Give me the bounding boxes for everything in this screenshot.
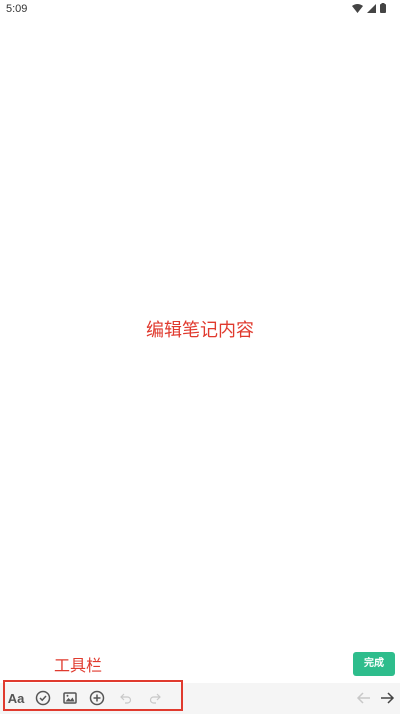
arrow-right-icon[interactable] bbox=[377, 688, 397, 708]
image-icon[interactable] bbox=[60, 688, 80, 708]
battery-icon bbox=[380, 3, 386, 13]
toolbar-annotation: 工具栏 bbox=[54, 656, 103, 675]
signal-icon bbox=[367, 3, 376, 13]
wifi-icon bbox=[352, 3, 363, 13]
status-time: 5:09 bbox=[6, 3, 28, 15]
done-button[interactable]: 完成 bbox=[353, 652, 395, 676]
check-circle-icon[interactable] bbox=[33, 688, 53, 708]
redo-icon[interactable] bbox=[145, 688, 165, 708]
text-format-icon[interactable]: Aa bbox=[6, 688, 26, 708]
status-icons bbox=[352, 3, 386, 13]
add-circle-icon[interactable] bbox=[87, 688, 107, 708]
status-bar: 5:09 bbox=[0, 0, 400, 18]
editor-annotation: 编辑笔记内容 bbox=[146, 320, 254, 341]
undo-icon[interactable] bbox=[116, 688, 136, 708]
arrow-left-icon[interactable] bbox=[354, 688, 374, 708]
